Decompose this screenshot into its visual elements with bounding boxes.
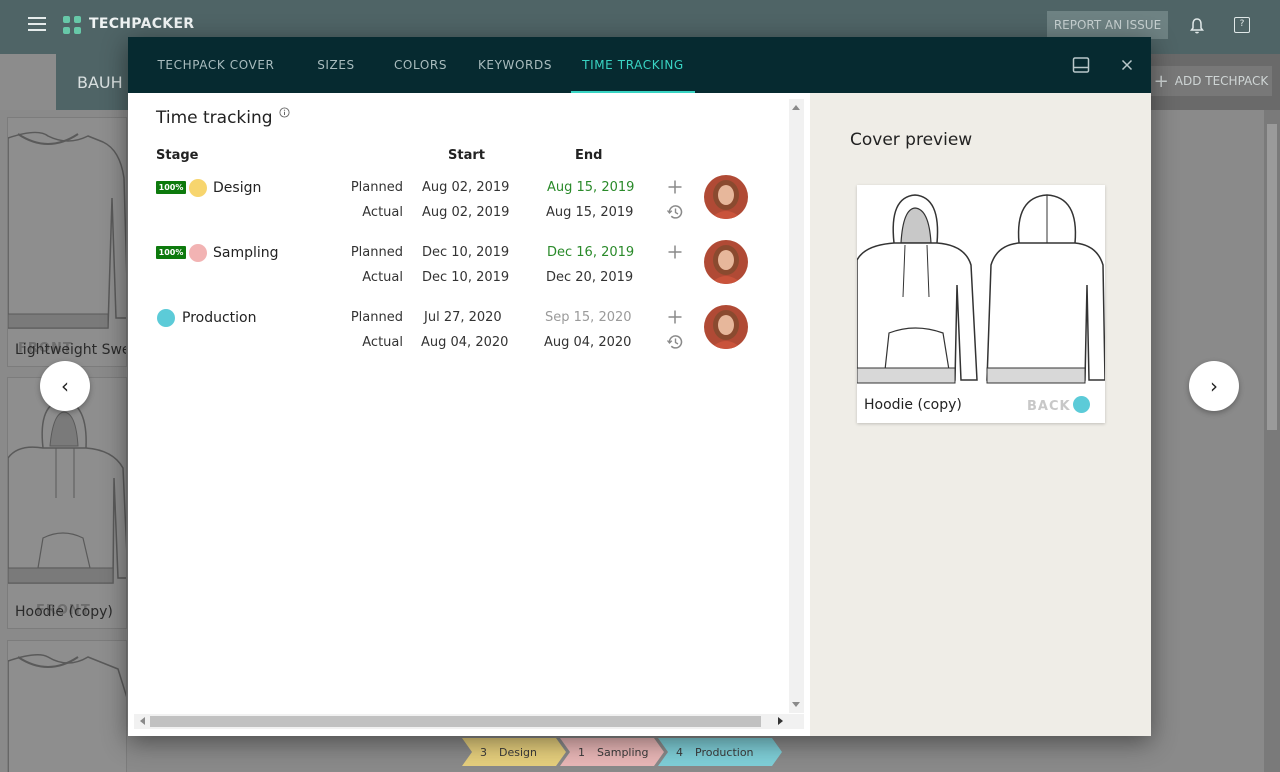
layout-toggle-icon[interactable]: [1071, 55, 1091, 75]
stage-pipeline: 3 Design 1 Sampling 4 Production: [462, 737, 782, 767]
planned-end-date[interactable]: Aug 15, 2019: [547, 180, 634, 195]
report-issue-button[interactable]: REPORT AN ISSUE: [1047, 11, 1168, 39]
tshirt-sketch-icon: [8, 654, 126, 772]
header-end: End: [575, 148, 603, 163]
add-icon[interactable]: [666, 243, 684, 261]
pipeline-step-design[interactable]: 3 Design: [462, 738, 566, 766]
tab-time-tracking[interactable]: TIME TRACKING: [571, 37, 695, 93]
history-icon[interactable]: [666, 333, 684, 351]
assignee-avatar[interactable]: [704, 240, 748, 284]
time-tracking-panel: Time tracking Stage Start End 100% Desig…: [128, 93, 810, 736]
history-icon[interactable]: [666, 203, 684, 221]
planned-start-date[interactable]: Jul 27, 2020: [424, 310, 502, 325]
add-techpack-label: ADD TECHPACK: [1174, 74, 1269, 88]
cover-color-dot: [1073, 396, 1090, 413]
actual-label: Actual: [362, 205, 403, 220]
stage-color-dot: [189, 179, 207, 197]
techpack-card[interactable]: [7, 640, 127, 772]
modal-header: TECHPACK COVER SIZES COLORS KEYWORDS TIM…: [128, 37, 1151, 93]
panel-horizontal-scrollbar[interactable]: [134, 714, 804, 729]
bell-icon[interactable]: [1189, 17, 1205, 35]
previous-button[interactable]: ‹: [40, 361, 90, 411]
plus-icon: +: [1153, 70, 1169, 92]
cover-preview-title: Cover preview: [850, 130, 973, 150]
add-techpack-button[interactable]: + ADD TECHPACK: [1150, 66, 1272, 96]
cover-caption: Hoodie (copy): [864, 397, 962, 413]
info-icon[interactable]: [279, 107, 290, 118]
scroll-right-icon[interactable]: [778, 717, 783, 725]
planned-label: Planned: [350, 245, 403, 260]
progress-badge: 100%: [156, 181, 186, 194]
planned-label: Planned: [350, 180, 403, 195]
scroll-down-icon[interactable]: [792, 702, 800, 707]
techpack-card[interactable]: FRONT Hoodie (copy): [7, 377, 127, 629]
panel-title: Time tracking: [156, 108, 273, 128]
sweater-sketch-icon: [8, 131, 126, 329]
techpack-settings-modal: TECHPACK COVER SIZES COLORS KEYWORDS TIM…: [128, 37, 1151, 736]
header-stage: Stage: [156, 148, 199, 163]
card-caption: Lightweight Swe: [15, 342, 127, 358]
add-icon[interactable]: [666, 178, 684, 196]
pipeline-label: Sampling: [597, 745, 649, 759]
scroll-left-icon[interactable]: [140, 717, 145, 725]
help-icon[interactable]: ?: [1234, 17, 1250, 33]
card-caption: Hoodie (copy): [15, 604, 113, 620]
add-icon[interactable]: [666, 308, 684, 326]
project-name[interactable]: BAUH: [56, 54, 136, 110]
techpacker-logo-icon: [63, 16, 81, 34]
actual-label: Actual: [362, 335, 403, 350]
tab-sizes[interactable]: SIZES: [308, 37, 364, 93]
tab-colors[interactable]: COLORS: [388, 37, 453, 93]
horizontal-scrollbar-thumb[interactable]: [150, 716, 761, 727]
actual-end-date[interactable]: Aug 04, 2020: [544, 335, 631, 350]
actual-start-date[interactable]: Aug 02, 2019: [422, 205, 509, 220]
assignee-avatar[interactable]: [704, 305, 748, 349]
planned-start-date[interactable]: Aug 02, 2019: [422, 180, 509, 195]
pipeline-count: 1: [578, 745, 585, 759]
panel-vertical-scrollbar[interactable]: [789, 99, 804, 713]
techpack-card[interactable]: FRONT Lightweight Swe: [7, 117, 127, 367]
cover-preview-card: Hoodie (copy) BACK: [857, 185, 1105, 423]
actual-end-date[interactable]: Dec 20, 2019: [546, 270, 633, 285]
assignee-avatar[interactable]: [704, 175, 748, 219]
page-scrollbar[interactable]: [1264, 110, 1280, 772]
stage-color-dot: [189, 244, 207, 262]
actual-end-date[interactable]: Aug 15, 2019: [546, 205, 633, 220]
stage-name: Sampling: [213, 245, 279, 261]
actual-start-date[interactable]: Dec 10, 2019: [422, 270, 509, 285]
close-icon[interactable]: [1117, 55, 1137, 75]
stage-name: Design: [213, 180, 262, 196]
pipeline-label: Production: [695, 745, 754, 759]
tab-keywords[interactable]: KEYWORDS: [474, 37, 556, 93]
header-start: Start: [448, 148, 485, 163]
scroll-up-icon[interactable]: [792, 105, 800, 110]
actual-label: Actual: [362, 270, 403, 285]
stage-name: Production: [182, 310, 257, 326]
side-tab[interactable]: [0, 54, 56, 110]
actual-start-date[interactable]: Aug 04, 2020: [421, 335, 508, 350]
progress-badge: 100%: [156, 246, 186, 259]
planned-end-date[interactable]: Sep 15, 2020: [545, 310, 632, 325]
menu-icon[interactable]: [28, 17, 46, 31]
pipeline-count: 3: [480, 745, 487, 759]
planned-start-date[interactable]: Dec 10, 2019: [422, 245, 509, 260]
hoodie-front-back-sketch-icon: [857, 194, 1105, 384]
pipeline-count: 4: [676, 745, 683, 759]
cover-back-label: BACK: [1027, 399, 1071, 414]
pipeline-step-sampling[interactable]: 1 Sampling: [560, 738, 664, 766]
pipeline-step-production[interactable]: 4 Production: [658, 738, 782, 766]
brand-name: TECHPACKER: [89, 16, 195, 32]
next-button[interactable]: ›: [1189, 361, 1239, 411]
pipeline-label: Design: [499, 745, 537, 759]
planned-label: Planned: [350, 310, 403, 325]
page-scrollbar-thumb[interactable]: [1267, 124, 1277, 430]
tab-techpack-cover[interactable]: TECHPACK COVER: [154, 37, 278, 93]
cover-preview-panel: Cover preview Hoodie (copy) BACK: [810, 93, 1151, 736]
stage-color-dot: [157, 309, 175, 327]
planned-end-date[interactable]: Dec 16, 2019: [547, 245, 634, 260]
